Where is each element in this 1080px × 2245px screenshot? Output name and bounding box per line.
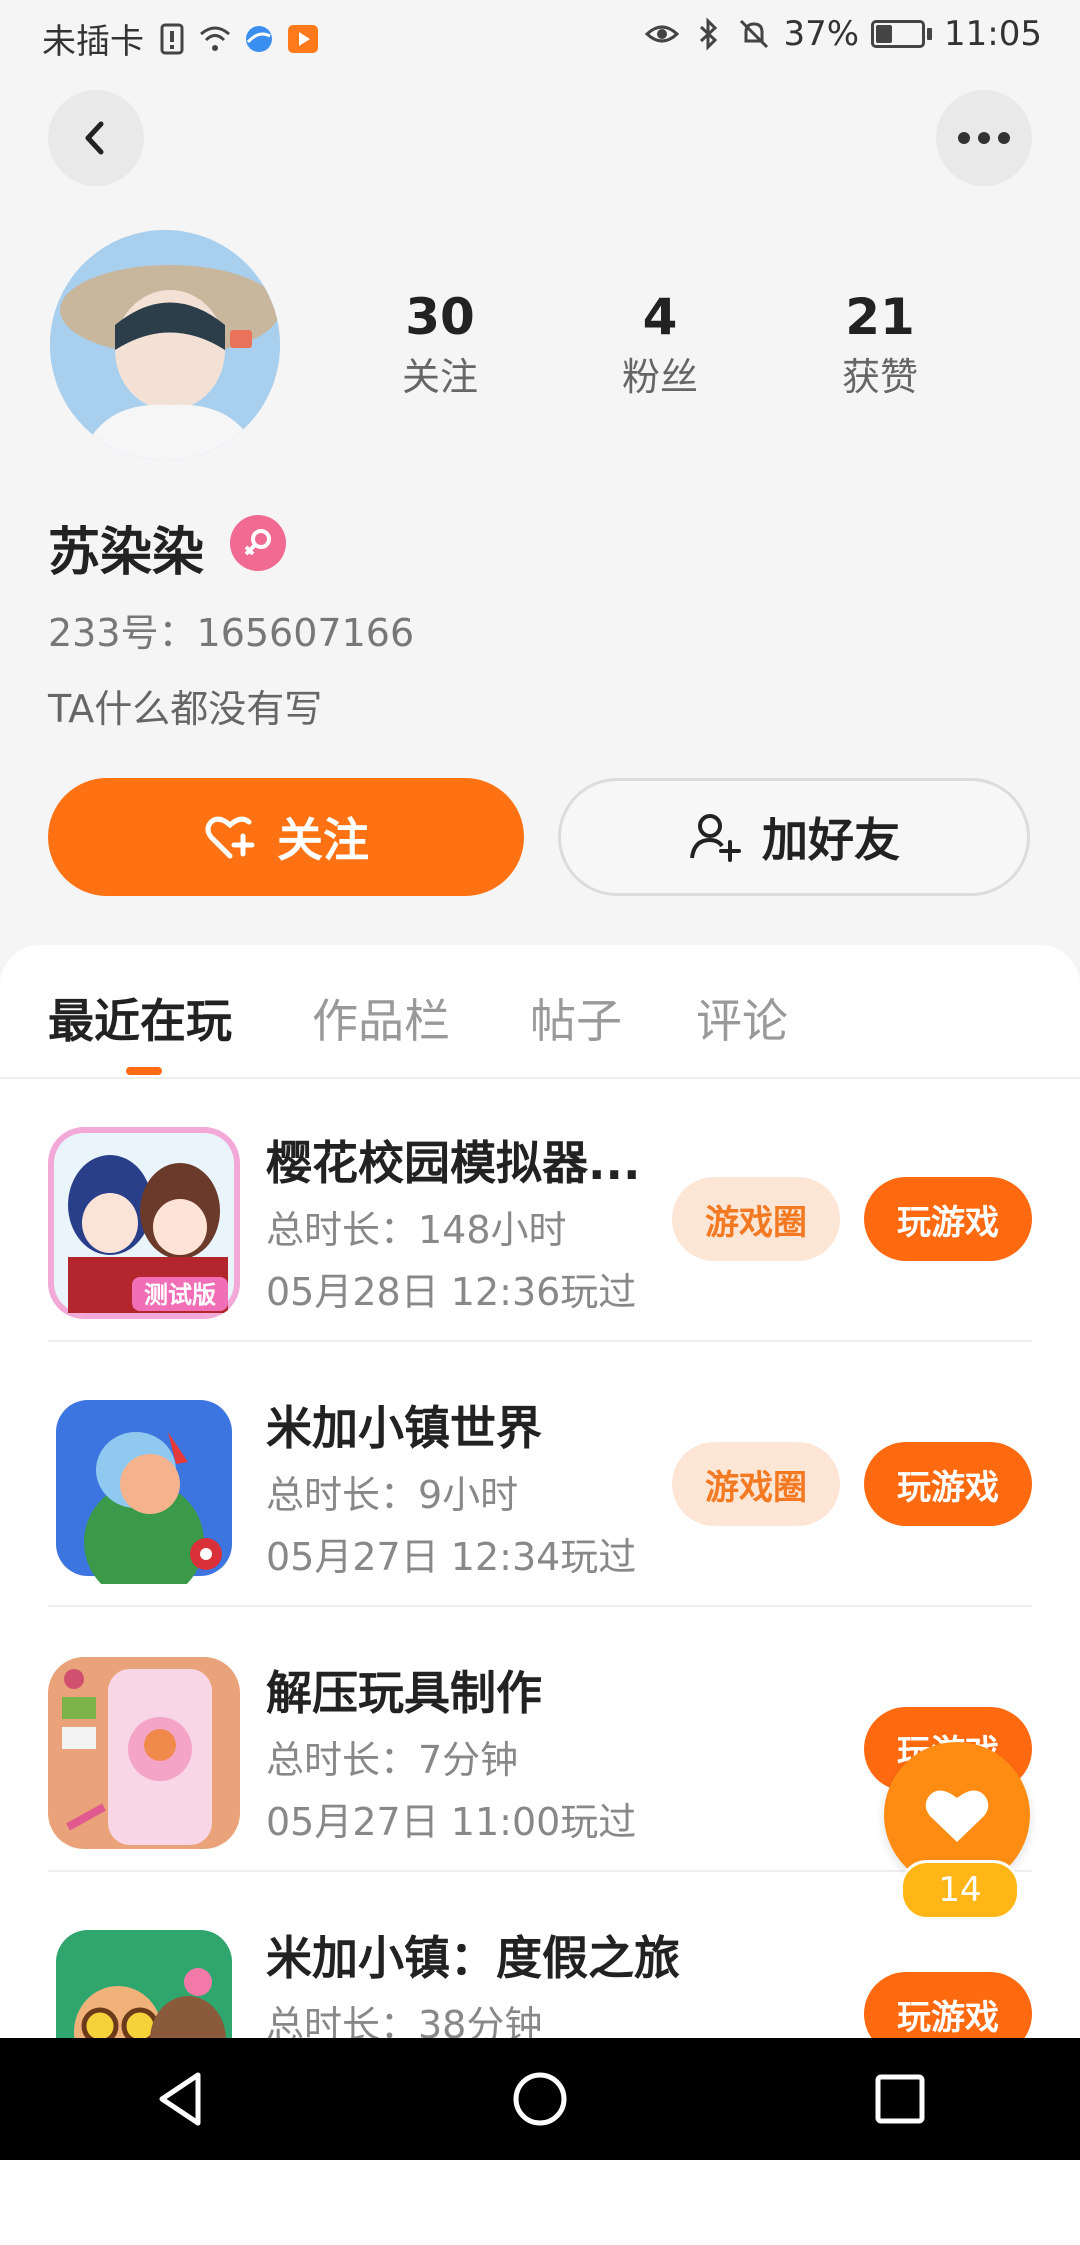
system-nav-bar: [0, 2038, 1080, 2160]
add-friend-button[interactable]: 加好友: [558, 778, 1030, 896]
list-item[interactable]: 米加小镇世界 总时长：9小时 05月27日 12:34玩过 游戏圈 玩游戏: [48, 1342, 1032, 1607]
game-last-played: 05月27日 12:34玩过: [266, 1535, 637, 1579]
game-duration: 总时长：9小时: [266, 1473, 519, 1517]
list-item[interactable]: 解压玩具制作 总时长：7分钟 05月27日 11:00玩过 玩游戏: [48, 1607, 1032, 1872]
circle-home-icon: [513, 2072, 567, 2126]
nav-back-button[interactable]: [120, 2049, 240, 2149]
play-game-button[interactable]: 玩游戏: [864, 1177, 1032, 1261]
tab-comments[interactable]: 评论: [696, 985, 788, 1051]
carrier-text: 未插卡: [42, 22, 144, 62]
follow-label: 关注: [277, 813, 369, 867]
bluetooth-icon: [700, 17, 718, 51]
play-game-button[interactable]: 玩游戏: [864, 1442, 1032, 1526]
test-version-badge: 测试版: [144, 1281, 216, 1309]
game-circle-button[interactable]: 游戏圈: [672, 1177, 840, 1261]
game-duration: 总时长：7分钟: [266, 1738, 519, 1782]
nav-home-button[interactable]: [480, 2049, 600, 2149]
game-icon: [48, 1657, 240, 1849]
nav-recents-button[interactable]: [840, 2049, 960, 2149]
mute-bell-icon: [740, 19, 769, 49]
stat-label: 关注: [401, 355, 478, 399]
play-app-icon: [288, 24, 318, 53]
sim-alert-icon: [160, 23, 184, 54]
game-last-played: 05月27日 11:00玩过: [266, 1800, 637, 1844]
browser-icon: [246, 25, 272, 52]
add-user-icon: [690, 814, 741, 862]
tab-bar: 最近在玩 作品栏 帖子 评论: [0, 945, 1080, 1079]
stat-following[interactable]: 30 关注: [340, 285, 540, 405]
more-dots-icon: [958, 132, 1010, 144]
stat-value: 4: [642, 288, 678, 346]
game-circle-button[interactable]: 游戏圈: [672, 1442, 840, 1526]
stat-value: 21: [845, 288, 915, 346]
heart-plus-icon: [205, 816, 255, 859]
heart-icon: [925, 1790, 989, 1842]
tab-indicator: [126, 1067, 162, 1075]
stat-likes[interactable]: 21 获赞: [780, 285, 980, 405]
chevron-left-icon: [85, 121, 104, 155]
game-last-played: 05月28日 12:36玩过: [266, 1270, 637, 1314]
list-item[interactable]: 测试版 樱花校园模拟器... 总时长：148小时 05月28日 12:36玩过 …: [48, 1077, 1032, 1342]
username: 苏染染: [48, 523, 205, 583]
game-name: 樱花校园模拟器...: [266, 1136, 641, 1190]
eye-icon: [645, 25, 680, 43]
wifi-icon: [200, 26, 230, 51]
stat-followers[interactable]: 4 粉丝: [560, 285, 760, 405]
battery-icon: [871, 20, 933, 48]
add-friend-label: 加好友: [762, 813, 900, 867]
game-icon: [48, 1392, 240, 1584]
status-bar: 未插卡 37% 11:05: [0, 0, 1080, 72]
status-right: 37% 11:05: [645, 14, 1042, 54]
female-icon: [230, 515, 286, 571]
game-icon: 测试版: [48, 1127, 240, 1319]
user-bio: TA什么都没有写: [48, 687, 323, 731]
triangle-back-icon: [159, 2072, 201, 2126]
clock: 11:05: [944, 14, 1042, 54]
stat-label: 获赞: [841, 355, 918, 399]
game-name: 米加小镇：度假之旅: [266, 1931, 680, 1985]
status-left: 未插卡: [42, 14, 320, 63]
game-duration: 总时长：148小时: [266, 1208, 567, 1252]
follow-button[interactable]: 关注: [48, 778, 524, 896]
square-recents-icon: [875, 2074, 925, 2124]
stat-label: 粉丝: [621, 355, 698, 399]
tab-recent-played[interactable]: 最近在玩: [48, 985, 232, 1051]
battery-percent: 37%: [783, 14, 860, 54]
tab-works[interactable]: 作品栏: [312, 985, 450, 1051]
tab-posts[interactable]: 帖子: [530, 985, 622, 1051]
game-name: 解压玩具制作: [266, 1666, 542, 1720]
avatar-image: [50, 230, 280, 460]
game-name: 米加小镇世界: [266, 1401, 542, 1455]
user-id: 233号：165607166: [48, 611, 415, 655]
avatar[interactable]: [50, 230, 280, 460]
stat-value: 30: [405, 288, 475, 346]
like-count-badge: 14: [900, 1860, 1020, 1920]
back-button[interactable]: [48, 90, 144, 186]
more-button[interactable]: [936, 90, 1032, 186]
